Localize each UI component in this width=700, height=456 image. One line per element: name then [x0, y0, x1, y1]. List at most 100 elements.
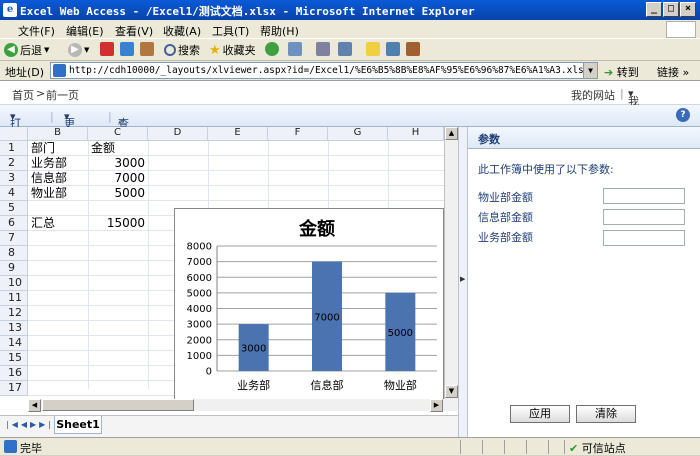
- menu-edit[interactable]: 编辑(E): [66, 23, 104, 39]
- select-all-corner[interactable]: [0, 127, 28, 141]
- menu-file[interactable]: 文件(F): [18, 23, 55, 39]
- cell-b3[interactable]: 信息部: [31, 171, 67, 186]
- column-header-e[interactable]: E: [208, 127, 268, 141]
- menu-favorites[interactable]: 收藏(A): [163, 23, 201, 39]
- print-icon[interactable]: [316, 42, 330, 56]
- menu-tools[interactable]: 工具(T): [212, 23, 249, 39]
- tab-nav-arrows-icon[interactable]: |◀◀▶▶|: [6, 420, 54, 429]
- page-icon: [53, 64, 66, 77]
- cell-c3[interactable]: 7000: [88, 171, 145, 186]
- param-input-yewu[interactable]: [603, 230, 685, 246]
- horizontal-scrollbar[interactable]: ◀ ▶: [28, 399, 458, 412]
- go-button[interactable]: ➔ 转到: [604, 64, 639, 80]
- cell-b1[interactable]: 部门: [31, 141, 55, 156]
- row-header[interactable]: 10: [0, 276, 28, 291]
- favorites-button[interactable]: ★ 收藏夹: [209, 42, 256, 58]
- row-header[interactable]: 6: [0, 216, 28, 231]
- y-tick-label: 7000: [187, 257, 212, 268]
- row-header[interactable]: 16: [0, 366, 28, 381]
- ie-icon: e: [3, 3, 17, 17]
- menu-view[interactable]: 查看(V): [115, 23, 153, 39]
- search-button[interactable]: 搜索: [164, 42, 200, 58]
- cell-c1[interactable]: 金额: [91, 141, 115, 156]
- update-menu[interactable]: 更新 ▾: [64, 110, 75, 146]
- my-links-menu[interactable]: 我的链接 ▾: [628, 87, 639, 156]
- y-tick-label: 2000: [187, 335, 212, 346]
- mail-icon[interactable]: [288, 42, 302, 56]
- cell-c2[interactable]: 3000: [88, 156, 145, 171]
- row-header[interactable]: 17: [0, 381, 28, 396]
- row-header[interactable]: 14: [0, 336, 28, 351]
- scroll-up-icon[interactable]: ▲: [445, 127, 458, 140]
- column-header-h[interactable]: H: [388, 127, 444, 141]
- minimize-button[interactable]: _: [646, 2, 662, 17]
- row-header[interactable]: 13: [0, 321, 28, 336]
- row-header[interactable]: 9: [0, 261, 28, 276]
- home-icon[interactable]: [140, 42, 154, 56]
- scroll-thumb[interactable]: [42, 399, 194, 411]
- cell-b6[interactable]: 汇总: [31, 216, 55, 231]
- menu-help[interactable]: 帮助(H): [260, 23, 299, 39]
- close-button[interactable]: ×: [680, 2, 696, 17]
- scroll-down-icon[interactable]: ▼: [445, 385, 458, 398]
- apply-button[interactable]: 应用: [510, 405, 570, 423]
- research-icon[interactable]: [406, 42, 420, 56]
- column-header-f[interactable]: F: [268, 127, 328, 141]
- maximize-button[interactable]: □: [663, 2, 679, 17]
- links-button[interactable]: 链接 »: [657, 64, 689, 80]
- forward-button[interactable]: ▶ ▼: [68, 42, 89, 58]
- cell-c6[interactable]: 15000: [88, 216, 145, 231]
- help-icon[interactable]: ?: [676, 108, 690, 122]
- cell-b2[interactable]: 业务部: [31, 156, 67, 171]
- scroll-right-icon[interactable]: ▶: [430, 399, 443, 412]
- row-header[interactable]: 4: [0, 186, 28, 201]
- tab-sheet1[interactable]: Sheet1: [54, 416, 102, 434]
- bar-chart[interactable]: 金额 0 1000 2000 3000 4000 5000 6000 7000 8000 3000 业…: [174, 208, 444, 399]
- clear-button[interactable]: 清除: [576, 405, 636, 423]
- cell-b4[interactable]: 物业部: [31, 186, 67, 201]
- data-label: 5000: [388, 328, 413, 339]
- column-header-c[interactable]: C: [88, 127, 148, 141]
- chart-svg: 金额 0 1000 2000 3000 4000 5000 6000 7000 8000 3000 业…: [187, 218, 437, 392]
- folder-icon[interactable]: [366, 42, 380, 56]
- row-header[interactable]: 15: [0, 351, 28, 366]
- my-site-link[interactable]: 我的网站: [571, 87, 615, 103]
- back-button[interactable]: ◀ 后退 ▼: [4, 42, 49, 58]
- param-label-xinxi: 信息部金额: [478, 211, 533, 224]
- param-input-xinxi[interactable]: [603, 209, 685, 225]
- open-menu[interactable]: 打开 ▾: [10, 110, 21, 146]
- panel-splitter[interactable]: ▶: [458, 127, 468, 437]
- stop-icon[interactable]: [100, 42, 114, 56]
- cell-c4[interactable]: 5000: [88, 186, 145, 201]
- refresh-icon[interactable]: [120, 42, 134, 56]
- spreadsheet-grid[interactable]: B C D E F G H 1 2 3 4 5 6 7 8 9 10 11 12 13 14 15 16 17 …: [0, 127, 458, 399]
- window-title: Excel Web Access - /Excel1/测试文档.xlsx - M…: [20, 5, 475, 18]
- column-header-g[interactable]: G: [328, 127, 388, 141]
- param-input-wuye[interactable]: [603, 188, 685, 204]
- y-tick-label: 8000: [187, 242, 212, 253]
- data-label: 3000: [241, 344, 266, 355]
- data-label: 7000: [314, 312, 339, 323]
- scroll-left-icon[interactable]: ◀: [28, 399, 41, 412]
- row-header[interactable]: 5: [0, 201, 28, 216]
- address-input[interactable]: http://cdh10000/_layouts/xlviewer.aspx?i…: [50, 62, 598, 79]
- messenger-icon[interactable]: [386, 42, 400, 56]
- column-header-b[interactable]: B: [28, 127, 88, 141]
- breadcrumb-home[interactable]: 首页: [12, 87, 34, 103]
- row-header[interactable]: 8: [0, 246, 28, 261]
- y-tick-label: 0: [206, 367, 212, 378]
- address-dropdown-icon[interactable]: ▼: [583, 63, 597, 78]
- edit-icon[interactable]: [338, 42, 352, 56]
- history-icon[interactable]: [265, 42, 279, 56]
- vertical-scrollbar[interactable]: ▲ ▼: [444, 127, 458, 399]
- row-header[interactable]: 3: [0, 171, 28, 186]
- y-tick-label: 3000: [187, 320, 212, 331]
- column-header-d[interactable]: D: [148, 127, 208, 141]
- row-header[interactable]: 1: [0, 141, 28, 156]
- breadcrumb-prev[interactable]: 前一页: [46, 87, 79, 103]
- row-header[interactable]: 2: [0, 156, 28, 171]
- row-header[interactable]: 11: [0, 291, 28, 306]
- row-header[interactable]: 7: [0, 231, 28, 246]
- expand-arrow-icon[interactable]: ▶: [460, 275, 465, 283]
- row-header[interactable]: 12: [0, 306, 28, 321]
